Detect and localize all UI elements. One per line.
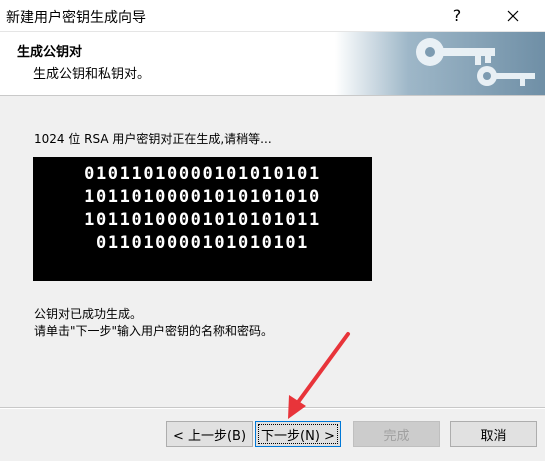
next-button[interactable]: 下一步(N) >: [255, 421, 341, 447]
key-generation-animation: 01011010000101010101 1011010000101010101…: [33, 157, 372, 281]
window-title: 新建用户密钥生成向导: [6, 10, 146, 26]
footer-divider: [0, 407, 545, 409]
close-icon: [507, 10, 519, 21]
wizard-header: 生成公钥对 生成公钥和私钥对。: [0, 32, 545, 96]
keys-icon: [335, 32, 545, 95]
binary-line: 10110100001010101011: [84, 210, 321, 230]
back-button[interactable]: < 上一步(B): [166, 421, 253, 447]
binary-line: 10110100001010101010: [84, 187, 321, 207]
binary-line: 01011010000101010101: [84, 164, 321, 184]
page-title: 生成公钥对: [17, 45, 83, 60]
status-text: 1024 位 RSA 用户密钥对正在生成,请稍等...: [34, 132, 272, 146]
close-button[interactable]: [490, 0, 536, 31]
success-message: 公钥对已成功生成。: [34, 307, 143, 321]
title-bar: 新建用户密钥生成向导 ?: [0, 0, 545, 32]
instruction-message: 请单击"下一步"输入用户密钥的名称和密码。: [34, 324, 274, 338]
cancel-button[interactable]: 取消: [450, 421, 537, 447]
finish-button: 完成: [353, 421, 440, 447]
help-button[interactable]: ?: [434, 0, 480, 31]
page-subtitle: 生成公钥和私钥对。: [33, 67, 151, 82]
binary-line: 011010000101010101: [95, 233, 310, 253]
